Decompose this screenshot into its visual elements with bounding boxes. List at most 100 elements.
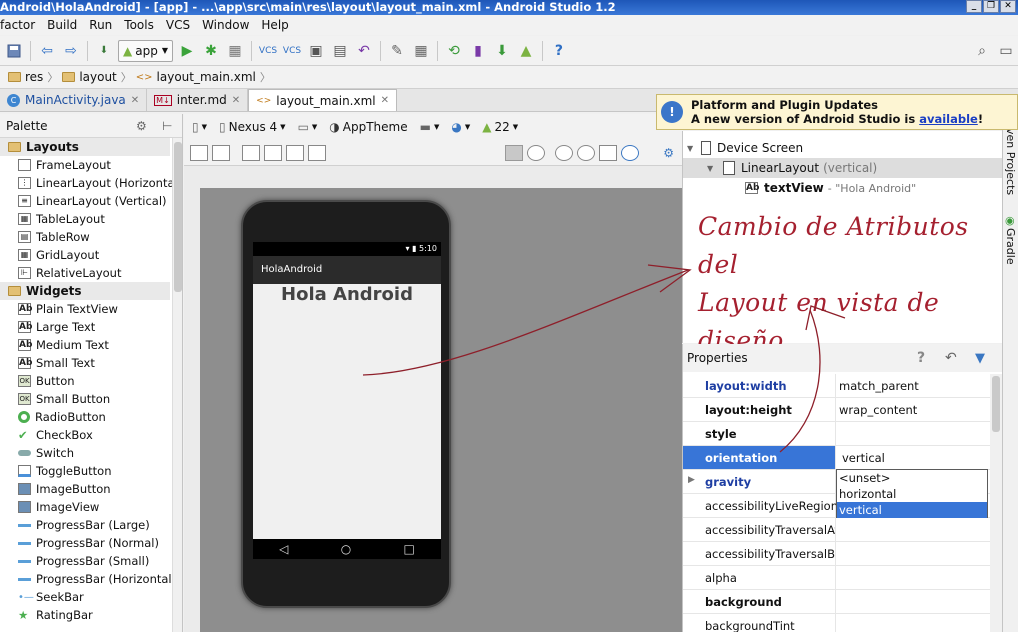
layout-width-toggle-icon[interactable] — [190, 145, 208, 161]
tab-inter-md[interactable]: M↓ inter.md ✕ — [147, 89, 249, 111]
screenshot-icon[interactable] — [599, 145, 618, 161]
palette-item-progressbar-small[interactable]: ProgressBar (Small) — [0, 552, 170, 570]
textview-preview[interactable]: Hola Android — [253, 284, 441, 306]
palette-item-large-text[interactable]: Ab Large Text — [0, 318, 170, 336]
project-structure-icon[interactable]: ▦ — [410, 40, 432, 62]
tool-window-gradle[interactable]: Gradle — [1004, 228, 1017, 265]
property-value[interactable]: vertical — [836, 446, 991, 469]
palette-item-ratingbar[interactable]: ★ RatingBar — [0, 606, 170, 624]
tab-main-activity[interactable]: C MainActivity.java ✕ — [0, 89, 148, 111]
minimize-button[interactable]: _ — [966, 0, 982, 13]
property-row-alpha[interactable]: alpha — [683, 566, 991, 590]
filter-icon[interactable]: ▼ — [975, 351, 985, 366]
undo-icon[interactable]: ↶ — [353, 40, 375, 62]
palette-item-progressbar-normal[interactable]: ProgressBar (Normal) — [0, 534, 170, 552]
palette-item-progressbar-large[interactable]: ProgressBar (Large) — [0, 516, 170, 534]
attach-debugger-icon[interactable]: ▦ — [224, 40, 246, 62]
palette-item-imagebutton[interactable]: ImageButton — [0, 480, 170, 498]
zoom-to-fit-icon[interactable] — [505, 145, 524, 161]
close-tab-icon[interactable]: ✕ — [131, 95, 139, 106]
menu-run[interactable]: Run — [83, 18, 118, 32]
settings-gear-icon[interactable]: ⚙ — [659, 146, 678, 160]
layout-height-toggle-icon[interactable] — [212, 145, 230, 161]
hide-panel-icon[interactable]: ⊢ — [162, 119, 172, 133]
tab-layout-main[interactable]: <> layout_main.xml ✕ — [248, 89, 398, 111]
updates-notification[interactable]: ! Platform and Plugin Updates A new vers… — [656, 94, 1018, 130]
palette-section-widgets[interactable]: Widgets — [0, 282, 170, 300]
vcs-commit-icon[interactable]: VCS — [281, 40, 303, 62]
property-row-background-tint[interactable]: backgroundTint — [683, 614, 991, 632]
close-button[interactable]: ✕ — [1000, 0, 1016, 13]
menu-tools[interactable]: Tools — [118, 18, 160, 32]
device-action-bar[interactable]: HolaAndroid — [253, 256, 441, 284]
palette-item-tablerow[interactable]: ▤ TableRow — [0, 228, 170, 246]
updates-link[interactable]: available — [919, 112, 978, 126]
palette-item-tablelayout[interactable]: ▦ TableLayout — [0, 210, 170, 228]
breadcrumb-layout[interactable]: layout — [58, 70, 120, 84]
palette-item-togglebutton[interactable]: ToggleButton — [0, 462, 170, 480]
restore-default-icon[interactable]: ↶ — [945, 350, 957, 366]
make-project-icon[interactable]: ⬇ — [93, 40, 115, 62]
locale-dropdown[interactable]: ◕ ▼ — [447, 120, 474, 134]
activity-dropdown[interactable]: ▬ ▼ — [416, 120, 444, 134]
palette-item-gridlayout[interactable]: ▦ GridLayout — [0, 246, 170, 264]
property-value[interactable]: match_parent — [836, 374, 991, 397]
column-icon[interactable] — [242, 145, 260, 161]
property-row-accessibility-traversal-after[interactable]: accessibilityTraversalAfter — [683, 518, 991, 542]
run-icon[interactable]: ▶ — [176, 40, 198, 62]
gear-icon[interactable]: ⚙ — [136, 119, 147, 133]
palette-item-medium-text[interactable]: Ab Medium Text — [0, 336, 170, 354]
palette-item-checkbox[interactable]: ✔ CheckBox — [0, 426, 170, 444]
properties-scrollbar[interactable] — [990, 374, 1002, 632]
close-tab-icon[interactable]: ✕ — [381, 95, 389, 106]
menu-help[interactable]: Help — [255, 18, 294, 32]
event-log-icon[interactable]: ▭ — [995, 40, 1017, 62]
help-icon[interactable]: ? — [548, 40, 570, 62]
orientation-dropdown[interactable]: ▭ ▼ — [294, 120, 322, 134]
forward-arrow-icon[interactable]: ⇨ — [60, 40, 82, 62]
property-row-orientation[interactable]: orientation vertical — [683, 446, 991, 470]
zoom-actual-icon[interactable] — [527, 145, 546, 161]
palette-item-linearlayout-h[interactable]: ⋮ LinearLayout (Horizontal) — [0, 174, 182, 192]
run-config-dropdown[interactable]: ▲ app ▼ — [118, 39, 173, 62]
palette-item-plain-textview[interactable]: Ab Plain TextView — [0, 300, 170, 318]
breadcrumb-res[interactable]: res — [4, 70, 47, 84]
vcs-update-icon[interactable]: VCS — [257, 40, 279, 62]
scroll-thumb[interactable] — [174, 142, 182, 292]
android-monitor-icon[interactable]: ▲ — [515, 40, 537, 62]
palette-item-switch[interactable]: Switch — [0, 444, 170, 462]
palette-item-imageview[interactable]: ImageView — [0, 498, 170, 516]
remove-icon[interactable] — [264, 145, 282, 161]
collapse-icon[interactable]: ▼ — [707, 164, 723, 173]
tree-node-textview[interactable]: Ab textView - "Hola Android" — [745, 178, 916, 198]
sdk-manager-icon[interactable]: ⬇ — [491, 40, 513, 62]
menu-refactor[interactable]: factor — [0, 18, 41, 32]
zoom-in-icon[interactable] — [555, 145, 574, 161]
property-value[interactable]: wrap_content — [836, 398, 991, 421]
help-icon[interactable]: ? — [917, 350, 925, 366]
expand-icon[interactable]: ▶ — [688, 475, 695, 485]
menu-vcs[interactable]: VCS — [160, 18, 196, 32]
menu-build[interactable]: Build — [41, 18, 83, 32]
maximize-button[interactable]: ❐ — [983, 0, 999, 13]
theme-dropdown[interactable]: ◑ AppTheme — [325, 120, 411, 134]
tool-window-maven-projects[interactable]: ven Projects — [1004, 128, 1017, 195]
option-vertical[interactable]: vertical — [837, 502, 987, 518]
save-icon[interactable] — [3, 40, 25, 62]
debug-icon[interactable]: ✱ — [200, 40, 222, 62]
menu-window[interactable]: Window — [196, 18, 255, 32]
expand-horizontal-icon[interactable] — [286, 145, 304, 161]
sync-gradle-icon[interactable]: ⟲ — [443, 40, 465, 62]
device-dropdown[interactable]: ▯ Nexus 4 ▼ — [215, 120, 290, 134]
zoom-out-icon[interactable] — [577, 145, 596, 161]
search-everywhere-icon[interactable]: ⌕ — [971, 40, 993, 62]
config-dropdown[interactable]: ▯ ▼ — [188, 120, 211, 134]
settings-wrench-icon[interactable]: ✎ — [386, 40, 408, 62]
property-value[interactable] — [836, 422, 991, 445]
palette-item-framelayout[interactable]: FrameLayout — [0, 156, 170, 174]
property-row-layout-height[interactable]: layout:height wrap_content — [683, 398, 991, 422]
property-row-background[interactable]: background — [683, 590, 991, 614]
avd-manager-icon[interactable]: ▮ — [467, 40, 489, 62]
back-arrow-icon[interactable]: ⇦ — [36, 40, 58, 62]
vcs-compare-icon[interactable]: ▣ — [305, 40, 327, 62]
